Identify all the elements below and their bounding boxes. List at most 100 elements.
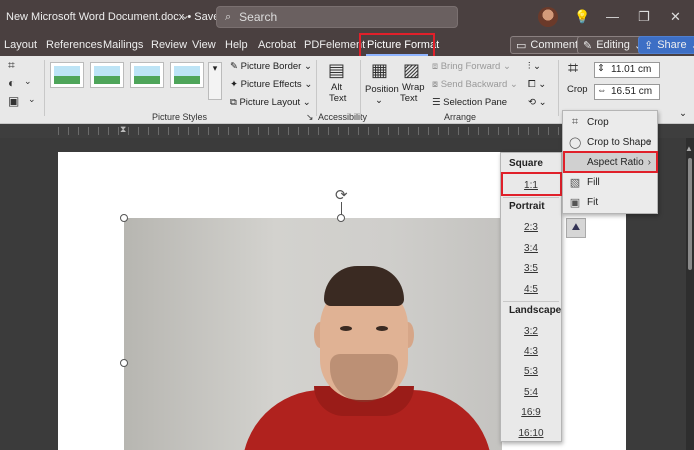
search-input[interactable] [239,10,440,24]
scrollbar-thumb[interactable] [688,158,692,270]
picture-style-1[interactable] [50,62,84,88]
rotate-objects-icon[interactable]: ⟲ ⌄ [528,97,547,108]
dialog-launcher-icon[interactable]: ↘ [306,112,314,123]
avatar[interactable] [538,7,558,27]
send-backward-label: Send Backward [440,79,508,90]
indent-marker-icon[interactable]: ⧗ [120,124,126,135]
picture-effects-icon: ✦ [230,79,241,90]
close-icon[interactable]: ✕ [670,9,681,25]
chevron-down-icon: ⌄ [691,39,694,52]
tab-review[interactable]: Review [151,39,187,51]
position-label[interactable]: Position [365,84,399,95]
crop-menu-item-crop-to-shape[interactable]: ◯ Crop to Shape › [563,132,657,152]
lightbulb-icon[interactable]: 💡 [574,9,590,25]
square-heading: Square [509,158,543,169]
ribbon-collapse-icon[interactable]: ⌄ [679,108,687,119]
tab-view[interactable]: View [192,39,216,51]
send-backward-button[interactable]: ⧇ Send Backward ⌄ [432,79,518,90]
group-icon[interactable]: ⧠ ⌄ [528,79,546,90]
crop-icon[interactable]: ⌗ [568,58,578,79]
layout-options-icon[interactable]: ⛰ [566,218,586,238]
scroll-up-icon[interactable]: ▲ [685,144,693,153]
tab-acrobat[interactable]: Acrobat [258,39,296,51]
crop-menu-item-crop[interactable]: ⌗ Crop [563,112,657,132]
tab-help[interactable]: Help [225,39,248,51]
aspect-option-4-5[interactable]: 4:5 [501,284,561,295]
width-value: 16.51 cm [611,86,653,97]
crop-label[interactable]: Crop [567,84,588,95]
align-icon[interactable]: ⫶ ⌄ [528,61,541,72]
chevron-down-icon[interactable]: ⌄ [180,8,190,22]
crop-menu-item-fill[interactable]: ▧ Fill [563,172,657,192]
tab-pdfelement[interactable]: PDFelement [304,39,365,51]
selection-pane-button[interactable]: ☰ Selection Pane [432,97,507,108]
photo-eye-right [376,326,388,331]
crop-menu-item-fit[interactable]: ▣ Fit [563,192,657,212]
picture-border-icon: ✎ [230,61,241,72]
picture-style-3[interactable] [130,62,164,88]
ribbon-separator [44,60,45,116]
alt-text-label-1[interactable]: Alt [331,82,342,93]
aspect-option-3-2[interactable]: 3:2 [501,326,561,337]
picture-style-2[interactable] [90,62,124,88]
remove-background-icon[interactable]: ⌗ [8,58,15,73]
tab-mailings[interactable]: Mailings [103,39,143,51]
picture-border-button[interactable]: ✎ Picture Border ⌄ [230,61,312,72]
editing-label: Editing [596,39,630,51]
alt-text-label-2[interactable]: Text [329,93,346,104]
tab-references[interactable]: References [46,39,102,51]
ribbon-separator [360,60,361,116]
chevron-down-icon[interactable]: ⌄ [24,76,32,87]
title-bar: New Microsoft Word Document.docx • Saved… [0,0,694,34]
share-icon: ⇪ [644,39,654,52]
aspect-option-2-3[interactable]: 2:3 [501,222,561,233]
selection-pane-icon: ☰ [432,97,444,108]
aspect-option-3-4[interactable]: 3:4 [501,243,561,254]
picture-layout-label: Picture Layout [239,97,301,108]
wrap-text-icon[interactable]: ▨ [403,60,420,81]
aspect-option-4-3[interactable]: 4:3 [501,346,561,357]
search-icon: ⌕ [225,10,232,23]
fill-label: Fill [587,176,600,188]
crop-menu-label: Crop [587,116,609,128]
resize-handle-top-left[interactable] [120,214,128,222]
photo-hair [324,266,404,306]
gallery-more-button[interactable]: ▾ [208,62,222,100]
aspect-option-16-10[interactable]: 16:10 [501,428,561,439]
resize-handle-left[interactable] [120,359,128,367]
corrections-icon[interactable]: ◐ [8,76,15,90]
portrait-heading: Portrait [509,201,545,212]
aspect-option-3-5[interactable]: 3:5 [501,263,561,274]
resize-handle-top[interactable] [337,214,345,222]
alt-text-icon[interactable]: ▤ [328,60,345,81]
bring-forward-button[interactable]: ⧈ Bring Forward ⌄ [432,61,511,72]
wrap-text-label-2[interactable]: Text [400,93,417,104]
comment-icon: ▭ [516,39,527,52]
chevron-down-icon[interactable]: ⌄ [28,94,36,105]
wrap-text-label-1[interactable]: Wrap [402,82,425,93]
selected-picture[interactable] [124,218,502,450]
chevron-down-icon[interactable]: ⌄ [375,95,383,106]
artistic-effects-icon[interactable]: ▣ [8,94,19,108]
aspect-option-16-9[interactable]: 16:9 [501,407,561,418]
picture-effects-label: Picture Effects [240,79,302,90]
highlight-box-aspect-ratio [563,151,658,173]
position-icon[interactable]: ▦ [371,60,388,81]
document-title[interactable]: New Microsoft Word Document.docx • Saved [6,11,225,23]
aspect-option-5-4[interactable]: 5:4 [501,387,561,398]
picture-style-4[interactable] [170,62,204,88]
rotate-handle-icon[interactable]: ⟳ [335,186,348,204]
aspect-option-5-3[interactable]: 5:3 [501,366,561,377]
ruler-ticks [58,127,628,135]
picture-layout-button[interactable]: ⧉ Picture Layout ⌄ [230,97,311,108]
picture-effects-button[interactable]: ✦ Picture Effects ⌄ [230,79,312,90]
send-backward-icon: ⧇ [432,79,441,90]
fit-icon: ▣ [569,196,581,209]
height-icon: ⇕ [597,63,605,74]
picture-styles-group-label: Picture Styles [152,112,208,122]
search-box[interactable]: ⌕ [216,6,458,28]
minimize-icon[interactable]: — [606,9,619,24]
restore-icon[interactable]: ❐ [638,9,650,25]
share-button[interactable]: ⇪ Share ⌄ [638,36,694,54]
tab-layout[interactable]: Layout [4,39,37,51]
